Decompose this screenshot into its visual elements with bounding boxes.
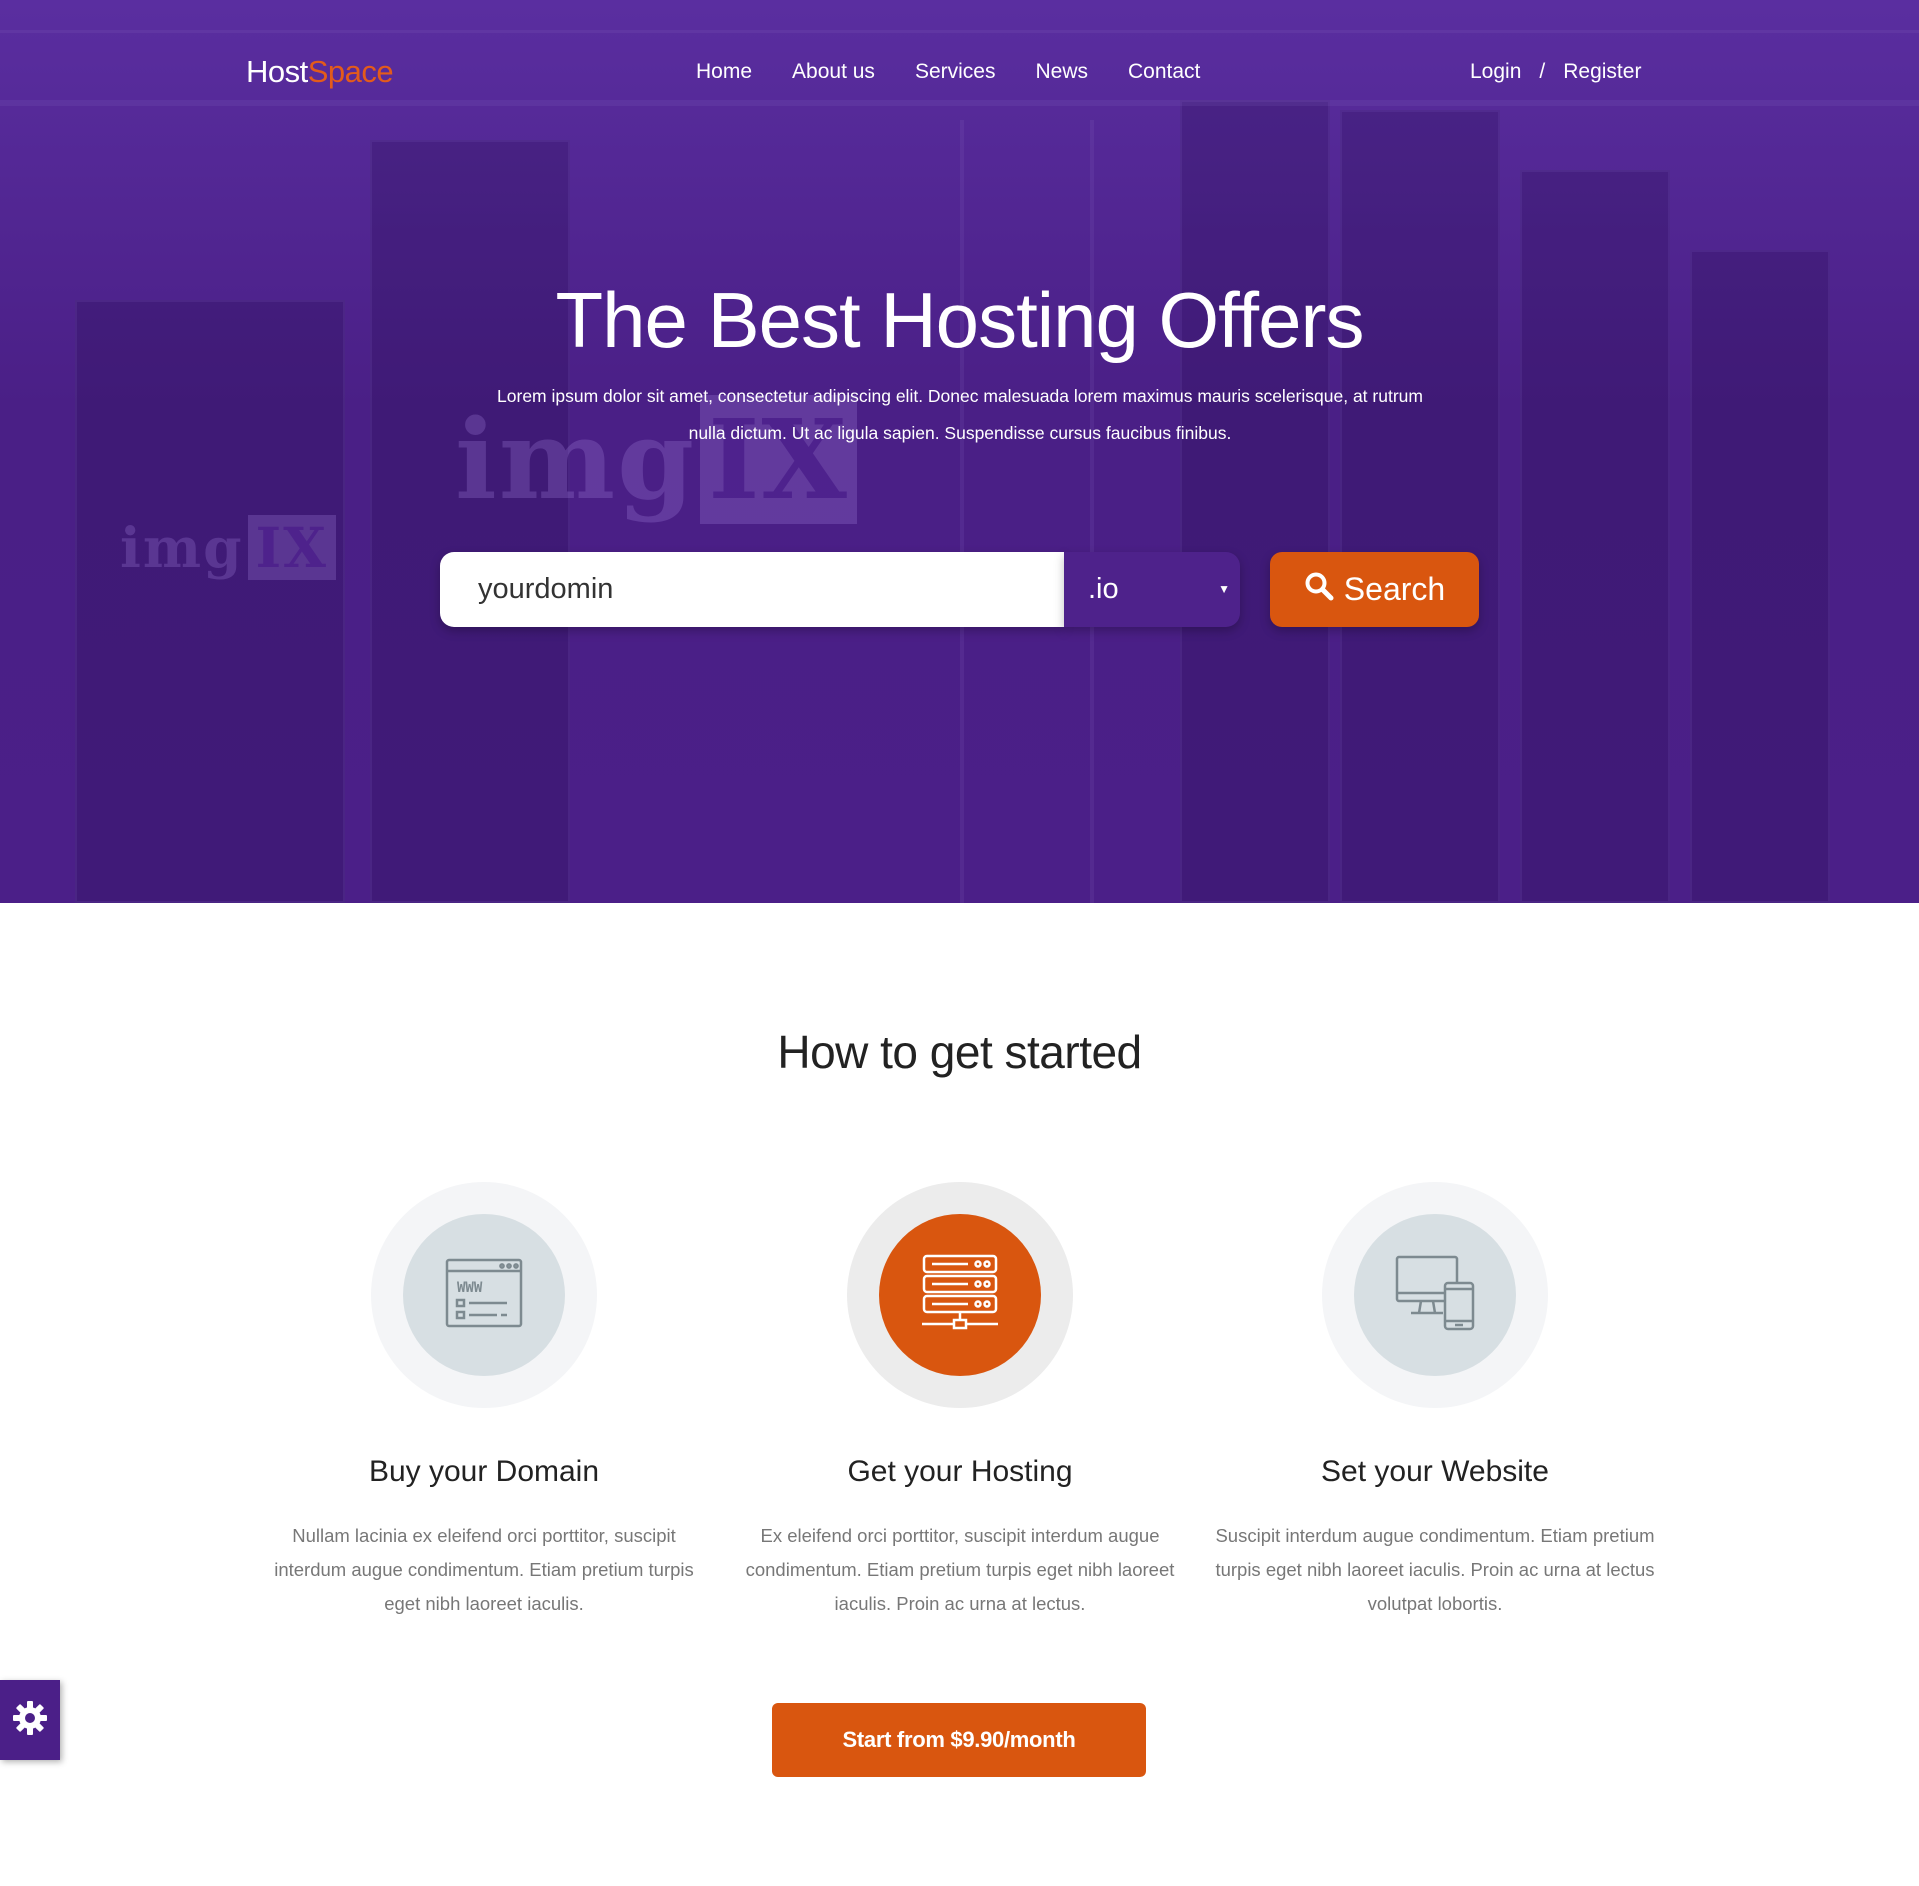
- search-icon: [1304, 571, 1334, 609]
- step-icon-ring: [1322, 1182, 1548, 1408]
- auth-links: Login / Register: [1470, 60, 1641, 84]
- auth-separator: /: [1539, 60, 1546, 83]
- server-rack-icon: [920, 1254, 1000, 1337]
- domain-search-form: .io ▼: [440, 552, 1240, 627]
- tld-select[interactable]: .io ▼: [1064, 552, 1240, 627]
- section-title: How to get started: [777, 1026, 1142, 1078]
- gear-icon: [11, 1699, 49, 1742]
- nav-item-news[interactable]: News: [1035, 60, 1088, 84]
- step-description: Nullam lacinia ex eleifend orci porttito…: [274, 1525, 694, 1614]
- hero-section: img IX img IX HostSpace Home About us Serv…: [0, 0, 1919, 903]
- nav-item-services[interactable]: Services: [915, 60, 996, 84]
- start-pricing-button[interactable]: Start from $9.90/month: [772, 1703, 1146, 1777]
- step-description: Ex eleifend orci porttitor, suscipit int…: [745, 1525, 1175, 1614]
- settings-toggle[interactable]: [0, 1680, 60, 1760]
- nav-item-home[interactable]: Home: [696, 60, 752, 84]
- devices-icon: [1395, 1255, 1475, 1336]
- step-description: Suscipit interdum augue condimentum. Eti…: [1215, 1525, 1655, 1614]
- tld-selected-value: .io: [1088, 573, 1119, 605]
- search-button[interactable]: Search: [1270, 552, 1479, 627]
- nav-item-contact[interactable]: Contact: [1128, 60, 1200, 84]
- nav-item-about-us[interactable]: About us: [792, 60, 875, 84]
- main-nav: Home About us Services News Contact: [696, 60, 1200, 84]
- brand-logo-space: Space: [307, 54, 394, 89]
- hero-title: The Best Hosting Offers: [555, 276, 1365, 364]
- domain-search-input[interactable]: [440, 552, 1064, 627]
- step-icon-ring: [847, 1182, 1073, 1408]
- hero-subtitle: Lorem ipsum dolor sit amet, consectetur …: [497, 386, 1423, 443]
- step-title: Buy your Domain: [368, 1455, 600, 1488]
- login-link[interactable]: Login: [1470, 60, 1521, 84]
- search-button-label: Search: [1343, 571, 1446, 607]
- www-browser-icon: WWW: [445, 1258, 523, 1333]
- chevron-down-icon: ▼: [1218, 582, 1230, 596]
- brand-logo[interactable]: HostSpace: [246, 54, 394, 90]
- register-link[interactable]: Register: [1563, 60, 1641, 84]
- brand-logo-host: Host: [246, 54, 308, 89]
- step-title: Set your Website: [1321, 1455, 1549, 1488]
- svg-text:WWW: WWW: [457, 1280, 483, 1296]
- step-title: Get your Hosting: [847, 1455, 1073, 1488]
- step-icon-ring: WWW: [371, 1182, 597, 1408]
